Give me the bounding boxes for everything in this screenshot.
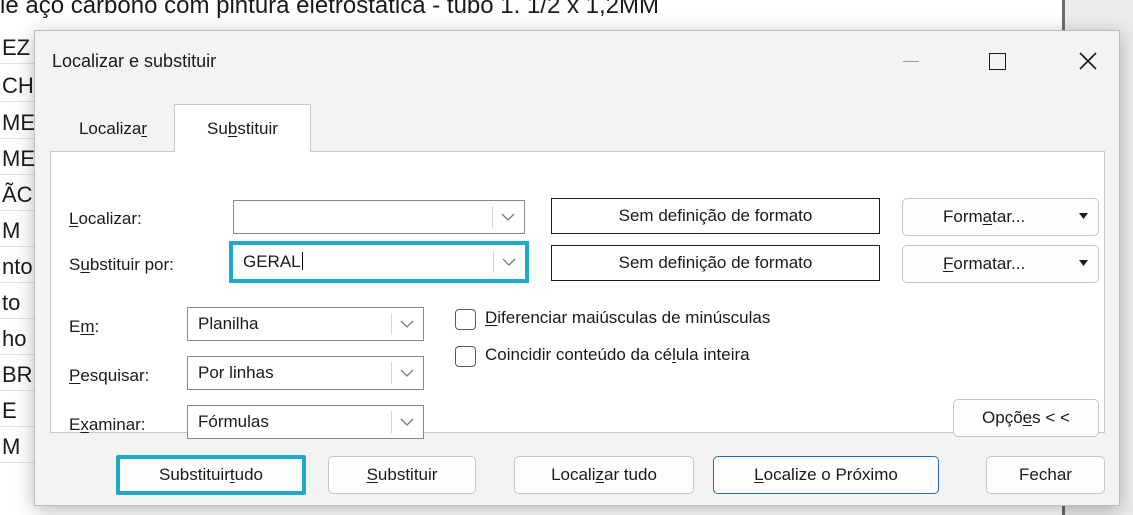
replace-all-button[interactable]: Substituir t udo [116, 455, 306, 495]
dropdown-arrow-icon [1079, 260, 1088, 266]
replace-with-combobox[interactable]: GERAL [229, 241, 529, 283]
dialog-title: Localizar e substituir [52, 51, 217, 71]
dropdown-arrow-icon [1079, 213, 1088, 219]
within-dropdown-button[interactable] [391, 308, 423, 340]
look-in-value: Fórmulas [198, 412, 269, 431]
replace-dropdown-button[interactable] [493, 246, 525, 278]
look-in-dropdown-button[interactable] [391, 406, 423, 438]
minimize-button [885, 41, 937, 81]
chevron-down-icon [400, 418, 414, 426]
find-format-preview: Sem definição de formato [551, 198, 880, 234]
find-replace-dialog: Localizar e substituir Localizar Substit… [34, 30, 1120, 506]
chevron-down-icon [501, 213, 515, 221]
look-in-select[interactable]: Fórmulas [187, 405, 424, 439]
close-icon [1079, 52, 1097, 70]
replace-format-button[interactable]: Formatar... [902, 245, 1099, 283]
close-window-button[interactable] [1062, 41, 1114, 81]
minimize-icon [903, 60, 919, 62]
search-value: Por linhas [198, 363, 274, 382]
maximize-icon [988, 52, 1006, 70]
cell-text-top: le aço carbono com pintura eletrostática… [0, 0, 660, 19]
replace-tab-panel: Localizar: Sem definição de formato Form… [50, 151, 1105, 439]
find-what-label: Localizar: [69, 209, 142, 228]
match-entire-cell-label[interactable]: Coincidir conteúdo da célula inteira [485, 345, 750, 365]
look-in-label: Examinar: [69, 415, 146, 434]
search-label: Pesquisar: [69, 366, 150, 385]
close-button[interactable]: Fechar [986, 456, 1105, 494]
find-format-button[interactable]: Form a tar... [902, 198, 1099, 236]
match-entire-cell-checkbox[interactable] [455, 346, 476, 367]
within-label: Em: [69, 317, 100, 336]
replace-with-label: Substituir por: [69, 255, 174, 274]
find-what-combobox[interactable] [233, 200, 525, 234]
match-case-checkbox[interactable] [455, 309, 476, 330]
replace-format-preview: Sem definição de formato [551, 245, 880, 281]
options-button[interactable]: Opçõ e s < < [953, 399, 1099, 437]
chevron-down-icon [400, 369, 414, 377]
find-next-button[interactable]: Localize o Próximo [713, 456, 939, 494]
within-value: Planilha [198, 314, 259, 333]
replace-with-input[interactable]: GERAL [243, 245, 303, 279]
within-select[interactable]: Planilha [187, 307, 424, 341]
find-all-button[interactable]: Locali z ar tudo [514, 456, 694, 494]
maximize-button[interactable] [971, 41, 1023, 81]
title-bar[interactable]: Localizar e substituir [35, 31, 1119, 89]
tab-localizar[interactable]: Localizar [53, 107, 173, 151]
find-dropdown-button[interactable] [492, 201, 524, 233]
search-dropdown-button[interactable] [391, 357, 423, 389]
text-cursor [301, 252, 303, 270]
replace-button[interactable]: Substituir [328, 456, 476, 494]
chevron-down-icon [502, 258, 516, 266]
tab-substituir[interactable]: Substituir [174, 104, 311, 152]
search-select[interactable]: Por linhas [187, 356, 424, 390]
match-case-label[interactable]: Diferenciar maiúsculas de minúsculas [485, 308, 770, 328]
chevron-down-icon [400, 320, 414, 328]
